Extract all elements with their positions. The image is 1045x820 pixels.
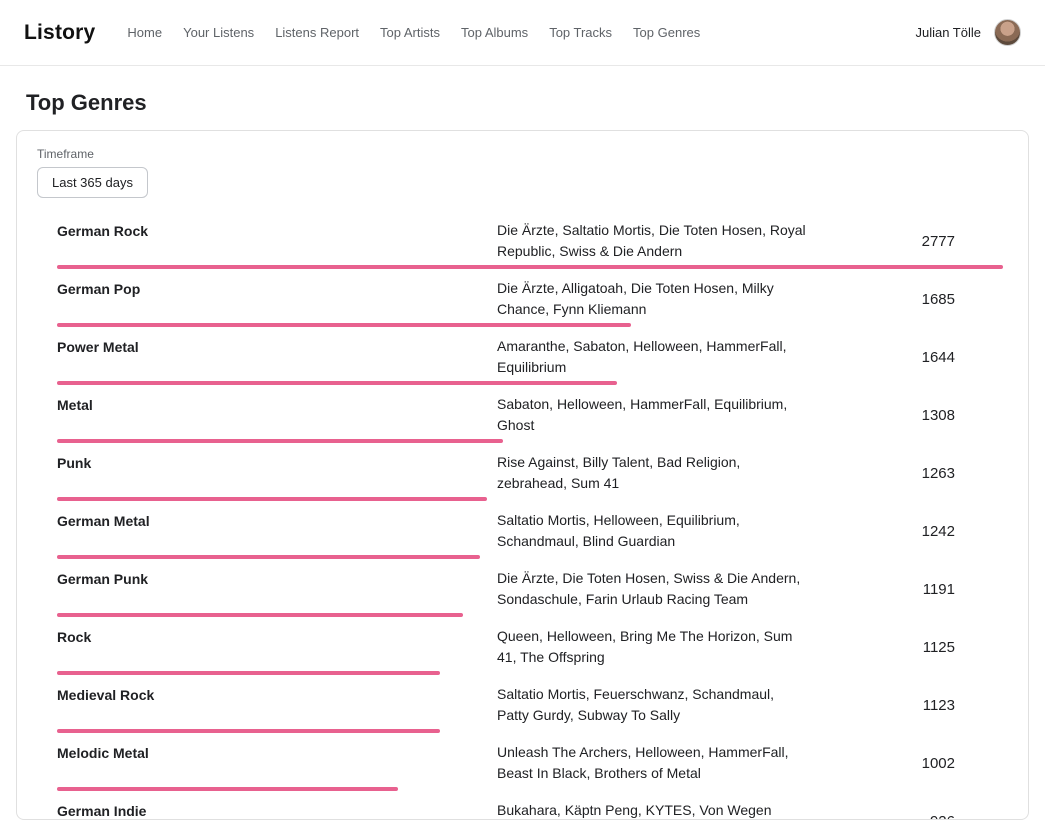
nav-item-your-listens[interactable]: Your Listens (183, 25, 254, 40)
genre-count: 1125 (809, 639, 1003, 656)
user-menu[interactable]: Julian Tölle (915, 19, 1021, 46)
genre-artists: Saltatio Mortis, Helloween, Equilibrium,… (497, 510, 809, 552)
genre-name: German Indie (57, 800, 497, 820)
genre-row: Rock Queen, Helloween, Bring Me The Hori… (57, 622, 1003, 680)
genre-row: Punk Rise Against, Billy Talent, Bad Rel… (57, 448, 1003, 506)
genre-bar-fill (57, 265, 1003, 269)
genre-bar-track (57, 613, 1003, 617)
nav-item-home[interactable]: Home (127, 25, 162, 40)
nav-item-listens-report[interactable]: Listens Report (275, 25, 359, 40)
genre-bar-fill (57, 613, 463, 617)
genre-count: 1263 (809, 465, 1003, 482)
genre-artists: Die Ärzte, Die Toten Hosen, Swiss & Die … (497, 568, 809, 610)
genre-bar-track (57, 323, 1003, 327)
genre-name: Melodic Metal (57, 742, 497, 764)
genre-row: German Indie Bukahara, Käptn Peng, KYTES… (57, 796, 1003, 820)
genre-artists: Bukahara, Käptn Peng, KYTES, Von Wegen L… (497, 800, 809, 820)
top-navigation-bar: Listory Home Your Listens Listens Report… (0, 0, 1045, 66)
nav-item-top-artists[interactable]: Top Artists (380, 25, 440, 40)
genre-name: Rock (57, 626, 497, 648)
genre-name: German Punk (57, 568, 497, 590)
genre-count: 1644 (809, 349, 1003, 366)
genre-name: Medieval Rock (57, 684, 497, 706)
user-name[interactable]: Julian Tölle (915, 25, 981, 40)
genre-row: Power Metal Amaranthe, Sabaton, Hellowee… (57, 332, 1003, 390)
genre-artists: Unleash The Archers, Helloween, HammerFa… (497, 742, 809, 784)
genre-artists: Rise Against, Billy Talent, Bad Religion… (497, 452, 809, 494)
genre-bar-fill (57, 671, 440, 675)
genre-row: German Pop Die Ärzte, Alligatoah, Die To… (57, 274, 1003, 332)
genre-row: German Rock Die Ärzte, Saltatio Mortis, … (57, 216, 1003, 274)
genre-name: German Pop (57, 278, 497, 300)
genre-artists: Die Ärzte, Alligatoah, Die Toten Hosen, … (497, 278, 809, 320)
genre-count: 1308 (809, 407, 1003, 424)
app-logo[interactable]: Listory (24, 21, 95, 45)
genre-table: German Rock Die Ärzte, Saltatio Mortis, … (57, 216, 1003, 820)
nav-item-top-albums[interactable]: Top Albums (461, 25, 528, 40)
genre-count: 1002 (809, 755, 1003, 772)
genre-row: German Punk Die Ärzte, Die Toten Hosen, … (57, 564, 1003, 622)
genre-bar-fill (57, 497, 487, 501)
genre-bar-track (57, 729, 1003, 733)
genre-bar-fill (57, 729, 440, 733)
genre-row: Melodic Metal Unleash The Archers, Hello… (57, 738, 1003, 796)
user-avatar[interactable] (994, 19, 1021, 46)
genre-count: 1123 (809, 697, 1003, 714)
genre-bar-track (57, 381, 1003, 385)
genre-row: Metal Sabaton, Helloween, HammerFall, Eq… (57, 390, 1003, 448)
timeframe-label: Timeframe (37, 147, 1003, 161)
genre-count: 1191 (809, 581, 1003, 598)
genre-artists: Amaranthe, Sabaton, Helloween, HammerFal… (497, 336, 809, 378)
genre-artists: Sabaton, Helloween, HammerFall, Equilibr… (497, 394, 809, 436)
genre-artists: Queen, Helloween, Bring Me The Horizon, … (497, 626, 809, 668)
genre-row: Medieval Rock Saltatio Mortis, Feuerschw… (57, 680, 1003, 738)
genre-bar-track (57, 787, 1003, 791)
nav-item-top-genres[interactable]: Top Genres (633, 25, 700, 40)
genre-name: Power Metal (57, 336, 497, 358)
genre-name: Punk (57, 452, 497, 474)
genre-row: German Metal Saltatio Mortis, Helloween,… (57, 506, 1003, 564)
nav-item-top-tracks[interactable]: Top Tracks (549, 25, 612, 40)
genre-count: 2777 (809, 233, 1003, 250)
genre-artists: Die Ärzte, Saltatio Mortis, Die Toten Ho… (497, 220, 809, 262)
genre-bar-fill (57, 787, 398, 791)
genre-name: German Metal (57, 510, 497, 532)
genre-count: 926 (809, 813, 1003, 820)
genre-bar-fill (57, 555, 480, 559)
genre-bar-track (57, 439, 1003, 443)
timeframe-select[interactable]: Last 365 days (37, 167, 148, 198)
genre-count: 1242 (809, 523, 1003, 540)
top-genres-card: Timeframe Last 365 days German Rock Die … (16, 130, 1029, 820)
genre-name: Metal (57, 394, 497, 416)
genre-bar-fill (57, 323, 631, 327)
genre-bar-fill (57, 381, 617, 385)
genre-bar-track (57, 671, 1003, 675)
genre-count: 1685 (809, 291, 1003, 308)
page-title: Top Genres (26, 90, 1045, 116)
genre-bar-track (57, 497, 1003, 501)
genre-bar-fill (57, 439, 503, 443)
genre-bar-track (57, 265, 1003, 269)
genre-name: German Rock (57, 220, 497, 242)
genre-artists: Saltatio Mortis, Feuerschwanz, Schandmau… (497, 684, 809, 726)
genre-bar-track (57, 555, 1003, 559)
main-nav: Home Your Listens Listens Report Top Art… (127, 25, 915, 40)
